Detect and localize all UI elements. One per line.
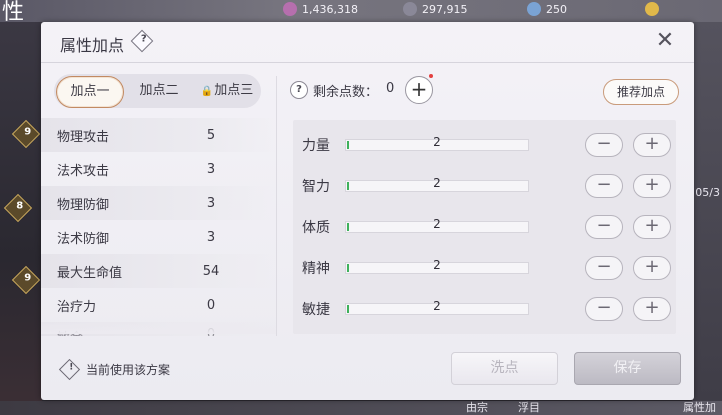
reset-points-button[interactable]: 洗点 (451, 352, 558, 385)
lock-icon: 🔒 (200, 86, 214, 97)
resource-gem: 1,436,318 (283, 1, 358, 17)
increase-button[interactable]: + (633, 133, 671, 157)
gem-icon (283, 2, 297, 16)
divider (276, 76, 277, 336)
minus-icon: − (596, 215, 612, 236)
plus-icon: + (644, 174, 660, 195)
crystal-icon (527, 2, 541, 16)
remaining-points-value: 0 (386, 81, 395, 96)
info-icon: ! (58, 358, 81, 381)
increase-button[interactable]: + (633, 174, 671, 198)
attribute-points-dialog: 属性加点 ? ✕ 加点一 加点二 🔒加点三 物理攻击 5 法术攻击 3 物理防御… (41, 22, 694, 400)
recommend-points-button[interactable]: 推荐加点 (603, 79, 679, 105)
resource-crystal: 250 (527, 1, 567, 17)
notification-dot (429, 74, 433, 78)
tab-plan-3[interactable]: 🔒加点三 (196, 76, 258, 106)
silver-icon (403, 2, 417, 16)
plus-icon: + (410, 77, 428, 101)
plus-icon: + (644, 215, 660, 236)
minus-icon: − (596, 256, 612, 277)
stat-row: 物理攻击 5 (41, 118, 276, 152)
background-date-text: 05/3 (695, 186, 720, 199)
attribute-row: 智力 2 − + (293, 169, 676, 203)
top-resource-bar (0, 0, 722, 22)
current-plan-notice: ! 当前使用该方案 (58, 358, 170, 381)
plus-icon: + (644, 297, 660, 318)
bottom-tab-text[interactable]: 由宗 (466, 399, 488, 415)
save-button[interactable]: 保存 (574, 352, 681, 385)
bottom-tab-text[interactable]: 属性加 (683, 399, 716, 415)
decrease-button[interactable]: − (585, 133, 623, 157)
attribute-row: 精神 2 − + (293, 251, 676, 285)
stat-row: 物理防御 3 (41, 186, 276, 220)
minus-icon: − (596, 133, 612, 154)
stat-row: 法术攻击 3 (57, 161, 216, 179)
background-bottom-bar (0, 401, 722, 415)
decrease-button[interactable]: − (585, 174, 623, 198)
background-right-panel (692, 22, 722, 415)
divider (41, 62, 694, 63)
increase-button[interactable]: + (633, 297, 671, 321)
decrease-button[interactable]: − (585, 215, 623, 239)
stat-row: 法术防御 3 (57, 229, 216, 247)
add-points-button[interactable]: + (405, 76, 433, 104)
tab-plan-1[interactable]: 加点一 (56, 76, 124, 108)
minus-icon: − (596, 297, 612, 318)
coin-icon (645, 2, 659, 16)
plan-tabs: 加点一 加点二 🔒加点三 (54, 74, 261, 108)
attribute-row: 力量 2 − + (293, 128, 676, 162)
list-fade (41, 314, 276, 334)
minus-icon: − (596, 174, 612, 195)
bottom-tab-text[interactable]: 浮目 (518, 399, 540, 415)
resource-gold (645, 1, 659, 17)
close-button[interactable]: ✕ (653, 30, 677, 54)
stat-row: 最大生命值 54 (41, 254, 276, 288)
close-icon: ✕ (655, 28, 675, 53)
attribute-row: 敏捷 2 − + (293, 292, 676, 326)
increase-button[interactable]: + (633, 215, 671, 239)
decrease-button[interactable]: − (585, 297, 623, 321)
tab-plan-2[interactable]: 加点二 (126, 76, 192, 106)
plus-icon: + (644, 256, 660, 277)
attribute-panel: 力量 2 − + 智力 2 − + 体质 2 − + 精神 2 − + 敏捷 2… (293, 120, 676, 334)
attribute-row: 体质 2 − + (293, 210, 676, 244)
remaining-points-label: 剩余点数： (313, 85, 379, 100)
resource-silver: 297,915 (403, 1, 468, 17)
plus-icon: + (644, 133, 660, 154)
help-icon[interactable]: ? (290, 81, 308, 99)
increase-button[interactable]: + (633, 256, 671, 280)
dialog-title: 属性加点 (60, 36, 125, 55)
help-icon[interactable]: ? (130, 29, 154, 53)
decrease-button[interactable]: − (585, 256, 623, 280)
